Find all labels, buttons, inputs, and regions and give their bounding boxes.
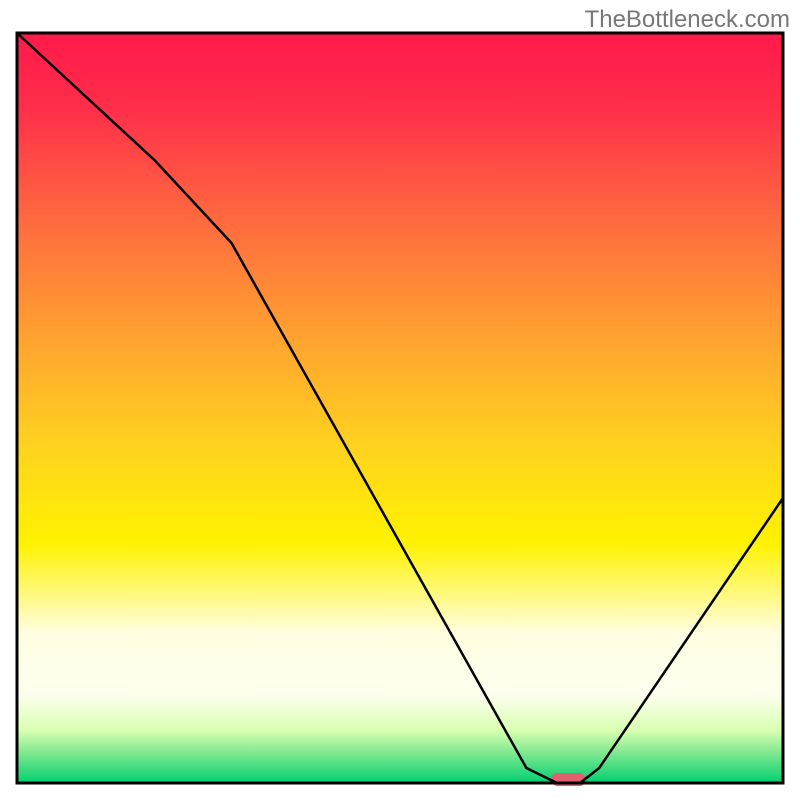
watermark-text: TheBottleneck.com bbox=[585, 6, 790, 34]
chart-container: TheBottleneck.com bbox=[0, 0, 800, 800]
chart-svg bbox=[0, 0, 800, 800]
plot-background bbox=[17, 33, 783, 783]
